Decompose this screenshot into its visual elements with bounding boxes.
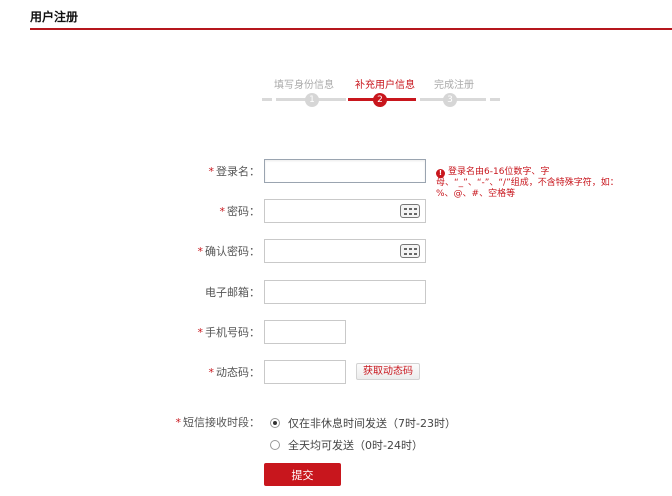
email-field-wrap xyxy=(264,280,426,304)
sms-option-allday-label: 全天均可发送（0时-24时） xyxy=(288,439,423,452)
confirm-password-row: * 确认密码： xyxy=(0,239,672,265)
dynamic-code-field-wrap xyxy=(264,360,346,384)
sms-option-daytime-label: 仅在非休息时间发送（7时-23时） xyxy=(288,417,456,430)
email-input[interactable] xyxy=(265,281,425,303)
step-2-number: 2 xyxy=(373,93,387,107)
email-row: 电子邮箱： xyxy=(0,280,672,306)
password-field-wrap xyxy=(264,199,426,223)
radio-checked-icon[interactable] xyxy=(270,418,280,428)
email-label: 电子邮箱： xyxy=(205,286,260,299)
confirm-password-label: * 确认密码： xyxy=(197,245,261,258)
phone-field-wrap xyxy=(264,320,346,344)
phone-input[interactable] xyxy=(265,321,345,343)
page-header: 用户注册 xyxy=(30,8,672,30)
step-bar-tail xyxy=(490,98,500,101)
registration-stepper: 填写身份信息 补充用户信息 完成注册 1 2 3 xyxy=(262,76,502,110)
dynamic-code-input[interactable] xyxy=(265,361,345,383)
step-2-label: 补充用户信息 xyxy=(355,80,415,91)
dynamic-code-row: * 动态码： 获取动态码 xyxy=(0,360,672,386)
dynamic-code-label: * 动态码： xyxy=(208,366,261,379)
username-label: * 登录名： xyxy=(208,165,261,178)
phone-row: * 手机号码： xyxy=(0,320,672,346)
step-bar-lead xyxy=(262,98,272,101)
step-3-number: 3 xyxy=(443,93,457,107)
radio-unchecked-icon[interactable] xyxy=(270,440,280,450)
submit-button[interactable]: 提交 xyxy=(264,463,341,486)
sms-option-daytime[interactable]: 仅在非休息时间发送（7时-23时） xyxy=(270,416,456,432)
page-title: 用户注册 xyxy=(30,10,79,24)
keyboard-icon[interactable] xyxy=(400,244,420,258)
password-row: * 密码： xyxy=(0,199,672,225)
username-field-wrap xyxy=(264,159,426,183)
sms-time-label: * 短信接收时段： xyxy=(175,416,261,429)
step-1-number: 1 xyxy=(305,93,319,107)
confirm-password-field-wrap xyxy=(264,239,426,263)
username-hint: ! 登录名由6-16位数字、字母、“_”、“-”、“/”组成，不含特殊字符，如：%… xyxy=(436,167,619,199)
password-label: * 密码： xyxy=(219,205,261,218)
step-3-label: 完成注册 xyxy=(434,80,474,91)
keyboard-icon[interactable] xyxy=(400,204,420,218)
sms-option-allday[interactable]: 全天均可发送（0时-24时） xyxy=(270,438,423,454)
step-1-label: 填写身份信息 xyxy=(274,80,334,91)
get-dynamic-code-button[interactable]: 获取动态码 xyxy=(356,363,420,380)
phone-label: * 手机号码： xyxy=(197,326,261,339)
username-input[interactable] xyxy=(265,160,425,182)
warning-icon: ! xyxy=(436,169,445,178)
